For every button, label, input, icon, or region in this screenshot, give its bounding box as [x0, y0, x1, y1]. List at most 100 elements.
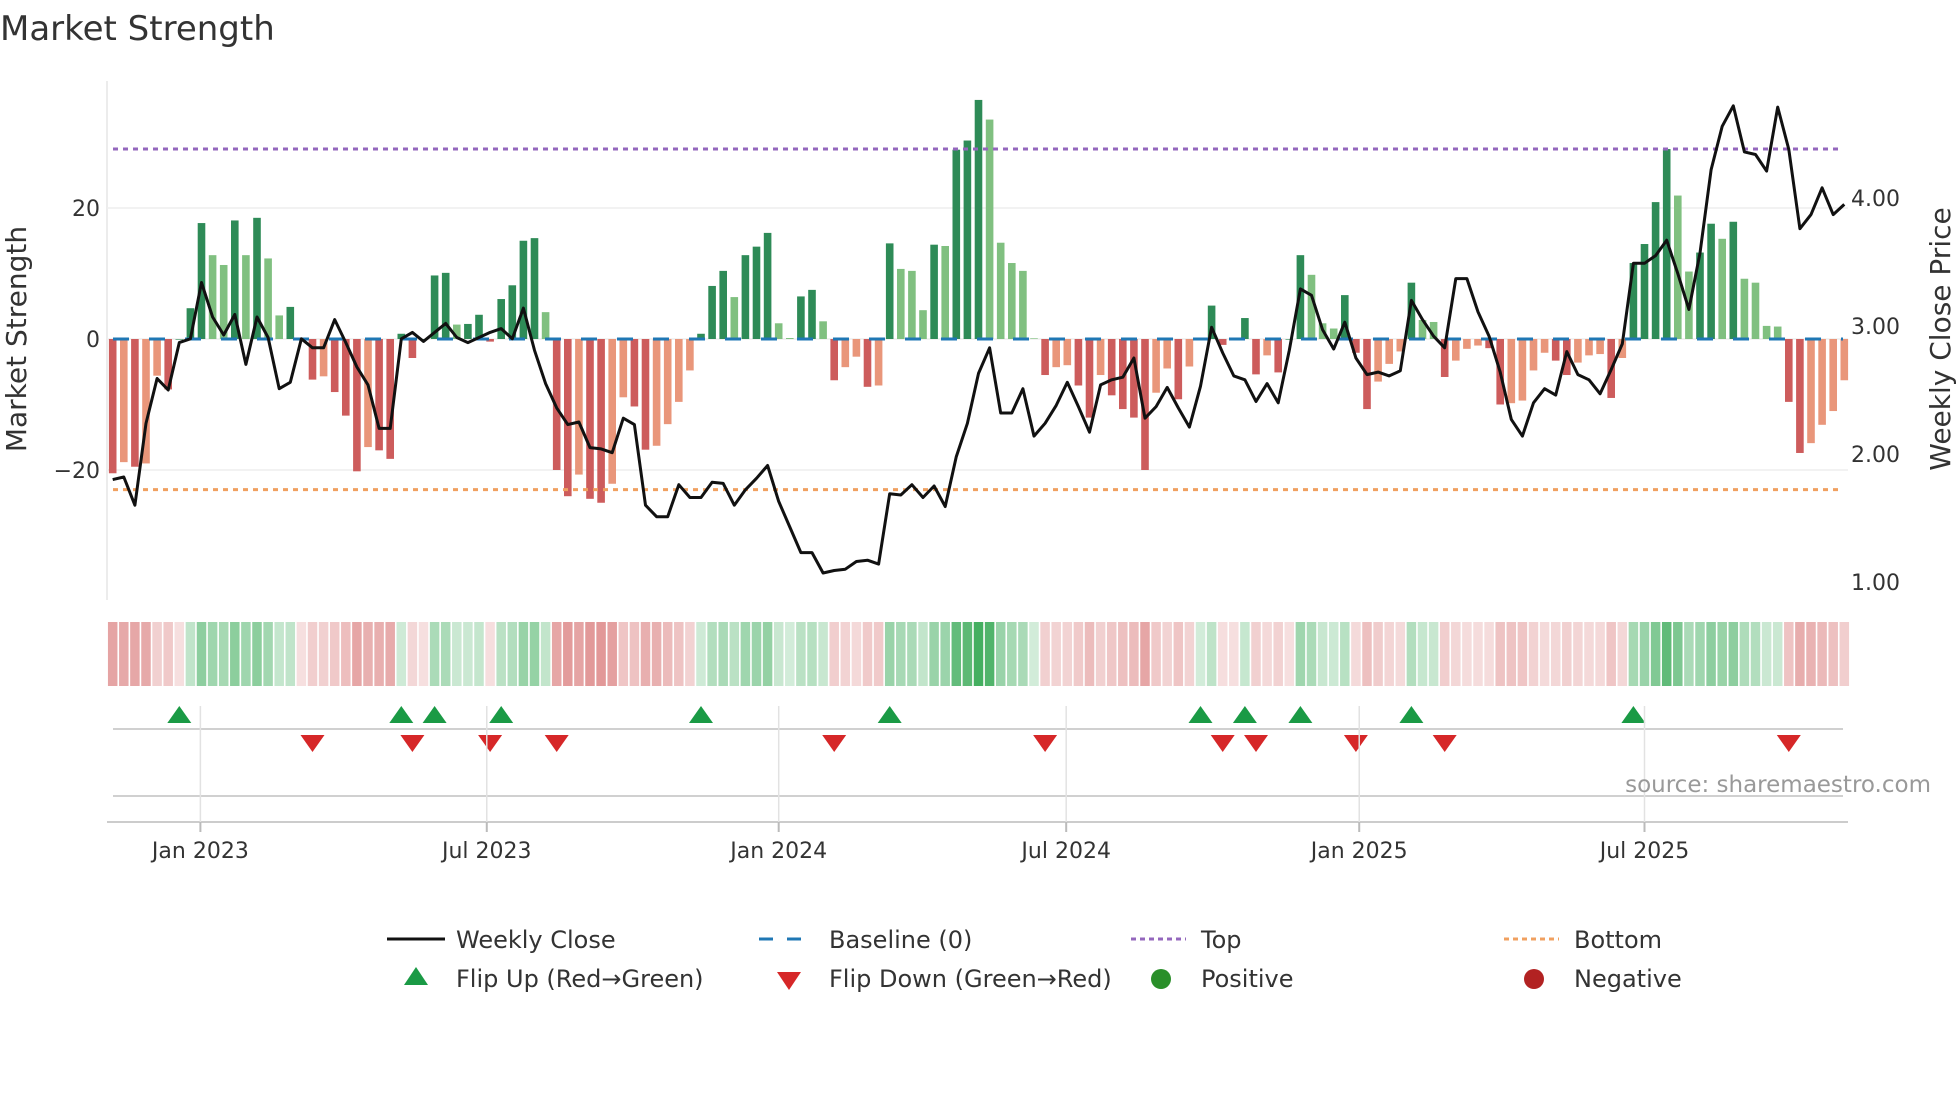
heatmap-cell [1040, 622, 1050, 686]
heatmap-cell [1495, 622, 1505, 686]
y-tick-label: 0 [86, 328, 100, 353]
heatmap-cell [196, 622, 207, 686]
strength-bar [264, 258, 272, 339]
strength-bar [1008, 263, 1016, 339]
heatmap-cell [907, 622, 917, 686]
heatmap-cell [1484, 622, 1494, 686]
heatmap-cell [840, 622, 851, 686]
strength-bar [1551, 339, 1560, 361]
heatmap-cell [640, 622, 651, 686]
heatmap-cell [1517, 622, 1528, 686]
strength-bar [1740, 278, 1749, 339]
heatmap-cell [296, 622, 307, 686]
heatmap-cell [762, 622, 773, 686]
heatmap-cell [618, 622, 629, 686]
legend-item-flip-down[interactable]: Flip Down (Green→Red) [777, 965, 1112, 993]
flip-up-marker [422, 706, 447, 723]
strength-bar [841, 339, 850, 368]
heatmap-cell [1051, 622, 1061, 686]
strength-bar [1807, 339, 1815, 444]
heatmap-cell [1573, 622, 1583, 686]
strength-bar [1019, 270, 1027, 339]
strength-bar [1329, 328, 1338, 339]
heatmap-cell [685, 622, 695, 686]
heatmap-cell [1229, 622, 1239, 686]
heatmap-cell [1251, 622, 1261, 686]
strength-bar [1385, 339, 1393, 364]
strength-bar [763, 232, 772, 339]
strength-bar [996, 242, 1005, 339]
strength-bar [1751, 282, 1760, 339]
strength-bar [1773, 326, 1782, 339]
source-label: source: sharemaestro.com [1625, 772, 1931, 798]
heatmap-cell [1462, 622, 1472, 686]
heatmap-cell [884, 622, 895, 686]
heatmap-cell [1728, 622, 1739, 686]
strength-bar [930, 244, 938, 339]
heatmap-cell [1562, 622, 1572, 686]
triangle-up-icon [404, 967, 428, 985]
strength-bar [652, 339, 661, 446]
heatmap-cell [529, 622, 540, 686]
strength-bar [874, 339, 883, 386]
heatmap-cell [307, 622, 318, 686]
heatmap-cell [1428, 622, 1439, 686]
strength-bar [741, 255, 750, 339]
heatmap-cell [984, 622, 995, 686]
y2-tick-label: 2.00 [1851, 443, 1900, 468]
legend-item-bottom[interactable]: Bottom [1504, 926, 1662, 954]
strength-bar [974, 99, 983, 339]
heatmap-cell [1661, 622, 1672, 686]
strength-bar [1263, 339, 1271, 356]
strength-bar [375, 339, 383, 451]
strength-bar [797, 296, 805, 339]
legend-item-negative[interactable]: Negative [1524, 965, 1682, 993]
heatmap-cell [540, 622, 551, 686]
heatmap-cell [185, 622, 196, 686]
heatmap-cell [940, 622, 950, 686]
strength-bar [1274, 339, 1282, 373]
heatmap-cell [440, 622, 451, 686]
strength-bar [919, 310, 927, 339]
strength-bar [1651, 202, 1660, 339]
x-tick-label: Jul 2023 [440, 839, 532, 864]
strength-bar [108, 339, 117, 474]
heatmap-cell [207, 622, 218, 686]
strength-bar [564, 339, 572, 497]
strength-bar [1452, 339, 1460, 361]
legend-item-baseline[interactable]: Baseline (0) [759, 926, 972, 954]
heatmap-cell [1306, 622, 1317, 686]
circle-icon [1151, 969, 1171, 989]
heatmap-cell [873, 622, 884, 686]
strength-bar [1574, 339, 1582, 363]
legend-label: Negative [1574, 965, 1682, 993]
strength-bar [586, 339, 594, 499]
strength-bar [641, 339, 650, 450]
strength-bar [1096, 339, 1105, 376]
heatmap-cell [174, 622, 185, 686]
strength-bar [120, 339, 128, 463]
strength-bar [1785, 339, 1793, 402]
strength-bars [108, 99, 1849, 503]
strength-bar [1463, 339, 1471, 349]
heatmap-cell [474, 622, 484, 686]
heatmap-cell [1206, 622, 1217, 686]
heatmap-cell [496, 622, 506, 686]
legend-item-top[interactable]: Top [1131, 926, 1242, 954]
legend-item-flip-up[interactable]: Flip Up (Red→Green) [404, 965, 704, 993]
legend-item-positive[interactable]: Positive [1151, 965, 1294, 993]
legend-item-weekly-close[interactable]: Weekly Close [387, 926, 616, 954]
strength-bar [819, 321, 827, 339]
strength-bar [1041, 339, 1049, 376]
strength-bar [1374, 339, 1382, 382]
strength-bar [1818, 339, 1826, 425]
circle-icon [1524, 969, 1544, 989]
legend-label: Top [1200, 926, 1242, 954]
heatmap-cell [1451, 622, 1461, 686]
strength-bar [1529, 339, 1538, 371]
heatmap-cell [485, 622, 495, 686]
heatmap-cell [374, 622, 384, 686]
strength-bar [1030, 338, 1038, 339]
heatmap-cell [751, 622, 762, 686]
legend-label: Positive [1201, 965, 1294, 993]
